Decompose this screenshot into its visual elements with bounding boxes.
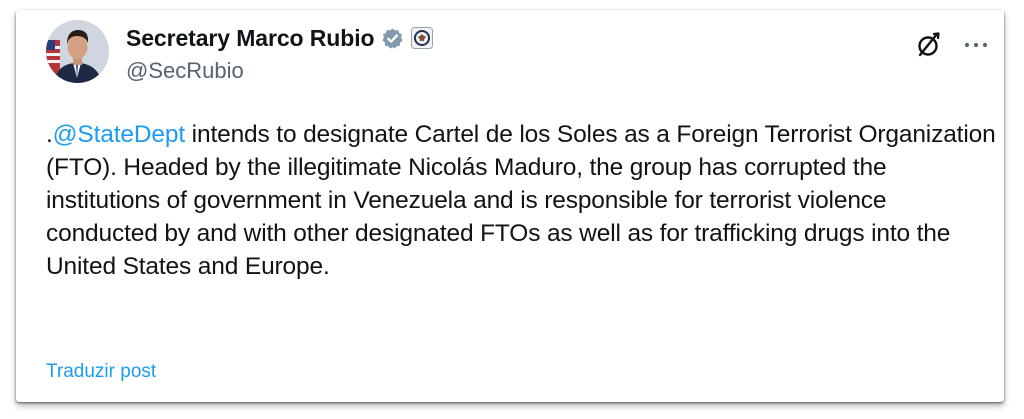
post-text-body: intends to designate Cartel de los Soles… [46, 121, 996, 280]
post-card: Secretary Marco Rubio @SecRubio .@StateD… [16, 10, 1004, 402]
avatar[interactable] [46, 20, 109, 83]
grok-icon[interactable] [914, 30, 944, 60]
author-name-row: Secretary Marco Rubio [126, 23, 434, 53]
author-handle[interactable]: @SecRubio [126, 58, 244, 84]
mention-link[interactable]: @StateDept [53, 121, 185, 148]
state-department-seal-icon[interactable] [411, 27, 434, 49]
post-text: .@StateDept intends to designate Cartel … [46, 118, 996, 283]
author-display-name[interactable]: Secretary Marco Rubio [126, 25, 375, 52]
translate-post-link[interactable]: Traduzir post [46, 361, 156, 383]
post-text-prefix: . [46, 121, 53, 148]
verified-badge-icon[interactable] [381, 27, 404, 50]
more-icon[interactable] [962, 32, 990, 58]
